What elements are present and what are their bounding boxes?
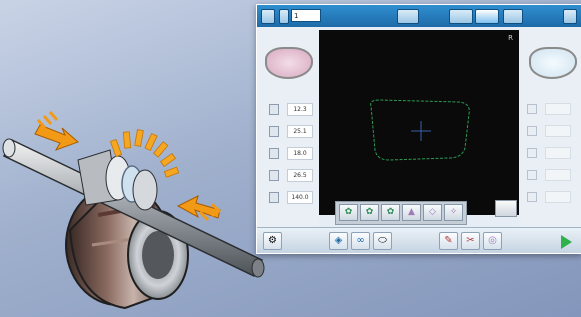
job-field[interactable]: 1 (291, 9, 321, 22)
scissor-icon[interactable]: ✂ (461, 232, 480, 250)
right-param (527, 103, 571, 115)
bevel-button[interactable] (503, 9, 523, 24)
lens-shape-drawing (370, 99, 470, 161)
param-row: 25.1 (257, 125, 319, 138)
param-value[interactable]: 12.3 (287, 103, 313, 116)
shape-display: R (319, 30, 519, 215)
param-icon (269, 148, 279, 159)
shape-edit-button[interactable] (495, 200, 517, 217)
top-toolbar: 1 (257, 5, 581, 27)
tool-f-icon[interactable]: ✧ (444, 204, 463, 221)
play-icon[interactable] (561, 235, 572, 249)
param-value[interactable]: 25.1 (287, 125, 313, 138)
exit-button[interactable] (563, 9, 577, 24)
param-row: 140.0 (257, 191, 319, 204)
arrow-right-icon (34, 111, 79, 151)
grinding-illustration (2, 111, 265, 310)
menu-icon[interactable] (261, 9, 275, 24)
frame-button[interactable] (449, 9, 473, 24)
tool-d-icon[interactable]: ▲ (402, 204, 421, 221)
param-value[interactable]: 26.5 (287, 169, 313, 182)
param-icon (269, 170, 279, 181)
right-param (527, 191, 571, 203)
pen-icon[interactable]: ✎ (439, 232, 458, 250)
tool-row: ✿ ✿ ✿ ▲ ◇ ✧ (335, 201, 467, 225)
param-row: 26.5 (257, 169, 319, 182)
right-lens-icon[interactable] (529, 47, 577, 79)
lens-shape-outline (370, 99, 470, 161)
bottom-toolbar: ⚙ ◈ ∞ ⬭ ✎ ✂ ◎ (257, 227, 581, 253)
edger-screen: 1 12.3 25.1 18.0 26.5 140.0 R ✿ ✿ ✿ ▲ ◇ … (256, 4, 581, 254)
param-row: 12.3 (257, 103, 319, 116)
settings-icon[interactable]: ⚙ (263, 232, 282, 250)
right-param (527, 169, 571, 181)
lens-button[interactable] (475, 9, 499, 24)
shape-icon[interactable]: ⬭ (373, 232, 392, 250)
tool-e-icon[interactable]: ◇ (423, 204, 442, 221)
circle-icon[interactable]: ◎ (483, 232, 502, 250)
param-icon (269, 126, 279, 137)
arrow-left-icon (176, 195, 222, 222)
tool-c-icon[interactable]: ✿ (381, 204, 400, 221)
link-icon[interactable]: ∞ (351, 232, 370, 250)
mode-button[interactable] (397, 9, 419, 24)
right-panel (519, 27, 581, 227)
right-param (527, 147, 571, 159)
param-icon (269, 104, 279, 115)
tool-a-icon[interactable]: ✿ (339, 204, 358, 221)
param-value[interactable]: 140.0 (287, 191, 313, 204)
right-param (527, 125, 571, 137)
diamond-icon[interactable]: ◈ (329, 232, 348, 250)
param-value[interactable]: 18.0 (287, 147, 313, 160)
param-icon (269, 192, 279, 203)
job-icon[interactable] (279, 9, 289, 24)
left-lens-icon[interactable] (265, 47, 313, 79)
left-panel: 12.3 25.1 18.0 26.5 140.0 (257, 27, 319, 227)
param-row: 18.0 (257, 147, 319, 160)
tool-b-icon[interactable]: ✿ (360, 204, 379, 221)
